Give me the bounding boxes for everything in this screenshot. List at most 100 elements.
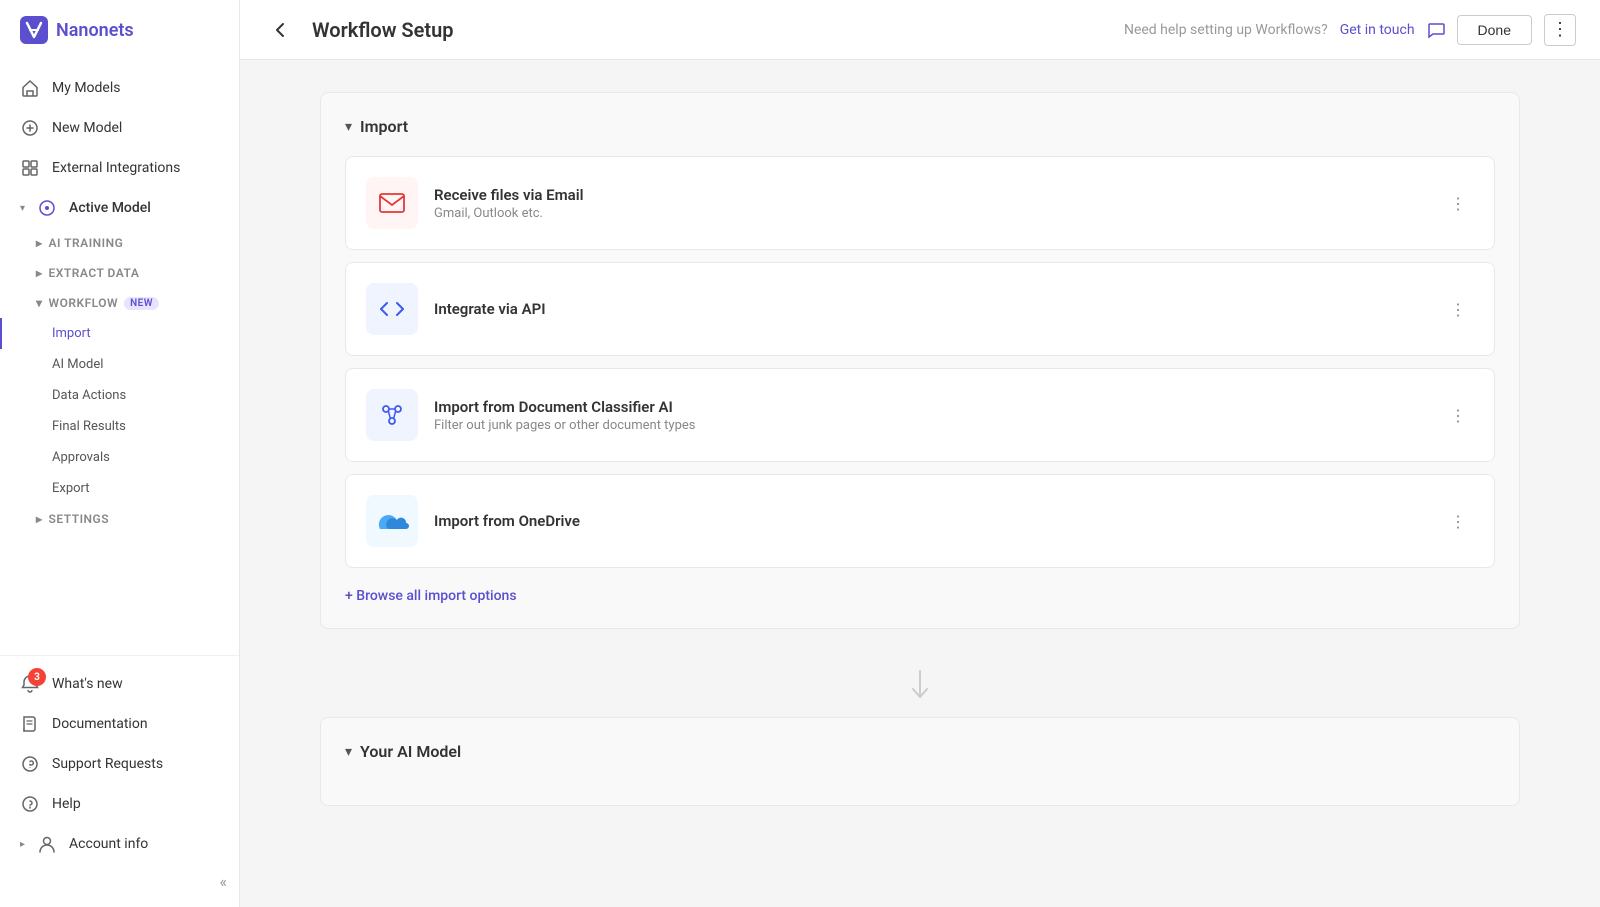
integration-card-classifier: Import from Document Classifier AI Filte…: [345, 368, 1495, 462]
onedrive-integration-info: Import from OneDrive: [434, 512, 1426, 530]
api-more-button[interactable]: ⋮: [1442, 293, 1474, 325]
label-whats-new: What's new: [52, 676, 123, 692]
sidebar-item-documentation[interactable]: Documentation: [0, 704, 239, 744]
more-options-button[interactable]: ⋮: [1544, 14, 1576, 46]
sidebar-label-my-models: My Models: [52, 80, 120, 96]
classifier-integration-title: Import from Document Classifier AI: [434, 398, 1426, 416]
email-integration-title: Receive files via Email: [434, 186, 1426, 204]
import-section: ▾ Import Receive files via Email Gmail, …: [320, 92, 1520, 629]
sidebar-label-new-model: New Model: [52, 120, 122, 136]
chevron-settings: ▸: [36, 512, 43, 526]
subnav-item-ai-model[interactable]: AI Model: [0, 349, 239, 380]
chevron-workflow: ▾: [36, 296, 43, 310]
support-icon: [20, 754, 40, 774]
browse-all-label: + Browse all import options: [345, 588, 517, 604]
ai-model-section-title: Your AI Model: [360, 742, 461, 761]
classifier-integration-info: Import from Document Classifier AI Filte…: [434, 398, 1426, 433]
subnav-item-data-actions[interactable]: Data Actions: [0, 380, 239, 411]
import-chevron[interactable]: ▾: [345, 119, 352, 135]
email-integration-icon: [366, 177, 418, 229]
api-integration-info: Integrate via API: [434, 300, 1426, 318]
sidebar-item-support-requests[interactable]: Support Requests: [0, 744, 239, 784]
label-settings: SETTINGS: [49, 512, 110, 526]
down-arrow-icon: [908, 669, 932, 701]
page-content: ▾ Import Receive files via Email Gmail, …: [240, 60, 1600, 907]
ai-model-section-header: ▾ Your AI Model: [345, 742, 1495, 761]
help-icon: [20, 794, 40, 814]
classifier-icon: [376, 399, 408, 431]
api-integration-title: Integrate via API: [434, 300, 1426, 318]
sidebar-collapse-button[interactable]: «: [0, 864, 239, 899]
subnav-header-extract-data[interactable]: ▸ EXTRACT DATA: [0, 258, 239, 288]
sidebar-item-my-models[interactable]: My Models: [0, 68, 239, 108]
main-content: Workflow Setup Need help setting up Work…: [240, 0, 1600, 907]
plus-circle-icon: [20, 118, 40, 138]
chat-icon: [1427, 21, 1445, 39]
get-in-touch-link[interactable]: Get in touch: [1340, 22, 1415, 38]
browse-all-link[interactable]: + Browse all import options: [345, 588, 1495, 604]
topbar-actions: Need help setting up Workflows? Get in t…: [1124, 14, 1576, 46]
import-section-title: Import: [360, 117, 408, 136]
label-support-requests: Support Requests: [52, 756, 163, 772]
onedrive-icon: [374, 507, 410, 535]
email-more-button[interactable]: ⋮: [1442, 187, 1474, 219]
sidebar-item-whats-new[interactable]: 3 What's new: [0, 664, 239, 704]
logo[interactable]: Nanonets: [0, 0, 239, 60]
brand-name: Nanonets: [56, 20, 134, 41]
sidebar-label-active-model: Active Model: [69, 200, 151, 216]
onedrive-integration-title: Import from OneDrive: [434, 512, 1426, 530]
integration-card-onedrive: Import from OneDrive ⋮: [345, 474, 1495, 568]
workflow-new-badge: NEW: [124, 297, 159, 310]
classifier-integration-icon: [366, 389, 418, 441]
import-section-header: ▾ Import: [345, 117, 1495, 136]
ai-model-chevron[interactable]: ▾: [345, 744, 352, 760]
active-model-chevron: ▾: [20, 203, 25, 214]
api-integration-icon: [366, 283, 418, 335]
onedrive-integration-icon: [366, 495, 418, 547]
sidebar: Nanonets My Models New Model: [0, 0, 240, 907]
sidebar-bottom: 3 What's new Documentation Support Reque…: [0, 655, 239, 907]
label-extract-data: EXTRACT DATA: [49, 266, 140, 280]
sidebar-item-account-info[interactable]: ▸ Account info: [0, 824, 239, 864]
back-arrow-icon: [270, 20, 290, 40]
flow-arrow-down: [320, 653, 1520, 717]
back-button[interactable]: [264, 14, 296, 46]
sidebar-item-active-model[interactable]: ▾ Active Model: [0, 188, 239, 228]
code-icon: [376, 293, 408, 325]
nanonets-logo-icon: [20, 16, 48, 44]
integration-card-api: Integrate via API ⋮: [345, 262, 1495, 356]
topbar: Workflow Setup Need help setting up Work…: [240, 0, 1600, 60]
sidebar-item-new-model[interactable]: New Model: [0, 108, 239, 148]
subnav-item-export[interactable]: Export: [0, 473, 239, 504]
label-documentation: Documentation: [52, 716, 148, 732]
subnav-item-approvals[interactable]: Approvals: [0, 442, 239, 473]
sidebar-navigation: My Models New Model External Integration…: [0, 60, 239, 655]
ai-model-section: ▾ Your AI Model: [320, 717, 1520, 806]
subnav-item-import[interactable]: Import: [0, 318, 239, 349]
help-text: Need help setting up Workflows?: [1124, 22, 1328, 38]
compass-icon: [37, 198, 57, 218]
chevron-extract-data: ▸: [36, 266, 43, 280]
onedrive-more-button[interactable]: ⋮: [1442, 505, 1474, 537]
label-help: Help: [52, 796, 81, 812]
sidebar-item-help[interactable]: Help: [0, 784, 239, 824]
subnav-item-final-results[interactable]: Final Results: [0, 411, 239, 442]
email-integration-info: Receive files via Email Gmail, Outlook e…: [434, 186, 1426, 221]
integration-card-email: Receive files via Email Gmail, Outlook e…: [345, 156, 1495, 250]
sidebar-label-external-integrations: External Integrations: [52, 160, 180, 176]
user-icon: [37, 834, 57, 854]
chevron-ai-training: ▸: [36, 236, 43, 250]
classifier-more-button[interactable]: ⋮: [1442, 399, 1474, 431]
email-integration-subtitle: Gmail, Outlook etc.: [434, 206, 1426, 221]
subnav-header-ai-training[interactable]: ▸ AI TRAINING: [0, 228, 239, 258]
classifier-integration-subtitle: Filter out junk pages or other document …: [434, 418, 1426, 433]
page-title: Workflow Setup: [312, 18, 1108, 42]
subnav-header-settings[interactable]: ▸ SETTINGS: [0, 504, 239, 534]
sidebar-item-external-integrations[interactable]: External Integrations: [0, 148, 239, 188]
grid-icon: [20, 158, 40, 178]
label-account-info: Account info: [69, 836, 148, 852]
done-button[interactable]: Done: [1457, 15, 1532, 45]
book-icon: [20, 714, 40, 734]
email-icon: [376, 187, 408, 219]
subnav-header-workflow[interactable]: ▾ WORKFLOW NEW: [0, 288, 239, 318]
